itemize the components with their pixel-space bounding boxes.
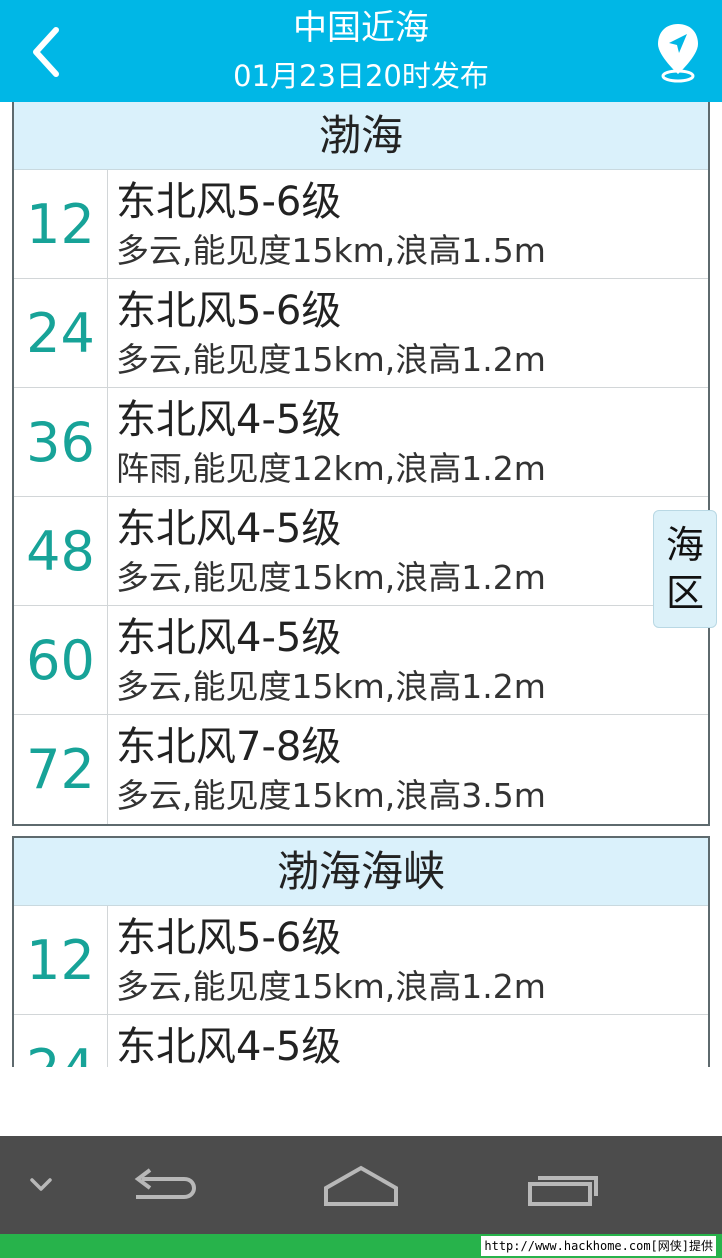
- forecast-desc: 东北风5-6级 多云,能见度15km,浪高1.2m: [108, 906, 708, 1014]
- wind-text: 东北风5-6级: [116, 915, 342, 961]
- nav-recents-button[interactable]: [522, 1136, 606, 1234]
- forecast-list[interactable]: 渤海 12 东北风5-6级 多云,能见度15km,浪高1.5m 24 东北风5-…: [0, 102, 722, 1067]
- region-title: 渤海海峡: [14, 838, 708, 906]
- forecast-row: 36 东北风4-5级 阵雨,能见度12km,浪高1.2m: [14, 388, 708, 497]
- wind-text: 东北风4-5级: [116, 397, 342, 443]
- weather-text: 多云,能见度15km,浪高1.2m: [116, 340, 546, 379]
- forecast-desc: 东北风7-8级 多云,能见度15km,浪高3.5m: [108, 715, 708, 824]
- weather-text: 阵雨,能见度12km,浪高1.2m: [116, 449, 546, 488]
- forecast-row: 12 东北风5-6级 多云,能见度15km,浪高1.2m: [14, 906, 708, 1015]
- forecast-hour: 12: [14, 906, 108, 1014]
- forecast-desc: 东北风4-5级 阵雨,能见度12km,浪高1.2m: [108, 388, 708, 496]
- chevron-down-icon: [30, 1178, 52, 1191]
- wind-text: 东北风4-5级: [116, 1024, 342, 1067]
- page-title: 中国近海: [293, 8, 429, 48]
- region-title: 渤海: [14, 102, 708, 170]
- home-icon: [324, 1165, 398, 1206]
- sea-area-tab[interactable]: 海 区: [653, 510, 717, 628]
- wind-text: 东北风5-6级: [116, 179, 342, 225]
- region-bohai: 渤海 12 东北风5-6级 多云,能见度15km,浪高1.5m 24 东北风5-…: [12, 102, 710, 826]
- sea-area-tab-line1: 海: [665, 523, 704, 567]
- nav-back-button[interactable]: [120, 1136, 204, 1234]
- forecast-hour: 36: [14, 388, 108, 496]
- forecast-hour: 48: [14, 497, 108, 605]
- sea-area-tab-line2: 区: [665, 571, 704, 615]
- back-icon: [134, 1168, 197, 1199]
- forecast-hour: 24: [14, 1015, 108, 1067]
- wind-text: 东北风5-6级: [116, 288, 342, 334]
- hide-keyboard-button[interactable]: [20, 1136, 64, 1234]
- forecast-hour: 24: [14, 279, 108, 387]
- forecast-desc: 东北风4-5级 多云,能见度15km,浪高1.2m: [108, 497, 708, 605]
- forecast-desc: 东北风5-6级 多云,能见度15km,浪高1.2m: [108, 279, 708, 387]
- forecast-row: 24 东北风5-6级 多云,能见度15km,浪高1.2m: [14, 279, 708, 388]
- wind-text: 东北风4-5级: [116, 615, 342, 661]
- nav-home-button[interactable]: [318, 1136, 404, 1234]
- weather-text: 多云,能见度15km,浪高1.5m: [116, 231, 546, 270]
- forecast-hour: 12: [14, 170, 108, 278]
- location-pin-icon: [658, 24, 698, 83]
- forecast-desc: 东北风4-5级: [108, 1015, 708, 1067]
- app-header: 中国近海 01月23日20时发布: [0, 0, 722, 102]
- region-bohai-strait: 渤海海峡 12 东北风5-6级 多云,能见度15km,浪高1.2m 24 东北风…: [12, 836, 710, 1067]
- forecast-hour: 72: [14, 715, 108, 824]
- forecast-row: 48 东北风4-5级 多云,能见度15km,浪高1.2m: [14, 497, 708, 606]
- forecast-row: 12 东北风5-6级 多云,能见度15km,浪高1.5m: [14, 170, 708, 279]
- weather-text: 多云,能见度15km,浪高1.2m: [116, 667, 546, 706]
- watermark: http://www.hackhome.com[网侠]提供: [481, 1236, 716, 1256]
- forecast-desc: 东北风4-5级 多云,能见度15km,浪高1.2m: [108, 606, 708, 714]
- weather-text: 多云,能见度15km,浪高3.5m: [116, 776, 546, 815]
- forecast-desc: 东北风5-6级 多云,能见度15km,浪高1.5m: [108, 170, 708, 278]
- weather-text: 多云,能见度15km,浪高1.2m: [116, 967, 546, 1006]
- wind-text: 东北风7-8级: [116, 724, 342, 770]
- forecast-row: 60 东北风4-5级 多云,能见度15km,浪高1.2m: [14, 606, 708, 715]
- forecast-hour: 60: [14, 606, 108, 714]
- weather-text: 多云,能见度15km,浪高1.2m: [116, 558, 546, 597]
- wind-text: 东北风4-5级: [116, 506, 342, 552]
- forecast-row: 72 东北风7-8级 多云,能见度15km,浪高3.5m: [14, 715, 708, 824]
- recent-apps-icon: [528, 1176, 598, 1206]
- publish-time: 01月23日20时发布: [233, 59, 489, 93]
- location-button[interactable]: [654, 20, 702, 84]
- system-nav-bar: [0, 1136, 722, 1234]
- forecast-row: 24 东北风4-5级: [14, 1015, 708, 1067]
